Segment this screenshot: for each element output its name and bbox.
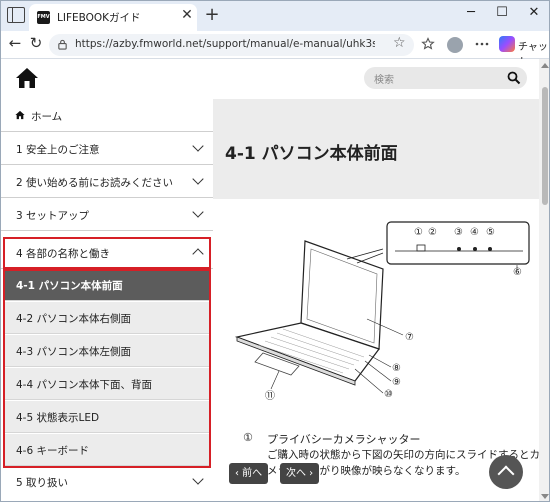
sidebar-subitem-label: 4-6 キーボード [16,445,89,457]
next-button[interactable]: 次へ › [280,463,320,484]
diagram-label: ⑪ [265,390,275,402]
sidebar-subitem-right-side[interactable]: 4-2 パソコン本体右側面 [5,302,209,334]
close-window-button[interactable]: ✕ [523,5,545,20]
url-text: https://azby.fmworld.net/support/manual/… [75,38,375,50]
sidebar-toggle-icon[interactable] [7,7,25,23]
sidebar-subitem-front[interactable]: 4-1 パソコン本体前面 [5,269,209,301]
scroll-up-arrow-icon[interactable] [541,63,549,68]
sidebar-item-label: 5 取り扱い [16,477,69,489]
page-title: 4-1 パソコン本体前面 [225,144,398,164]
chevron-up-icon [192,248,204,260]
sidebar-subitem-label: 4-5 状態表示LED [16,412,100,424]
address-bar[interactable]: https://azby.fmworld.net/support/manual/… [49,34,414,56]
sidebar-home-label: ホーム [31,111,63,123]
site-header: 検索 [1,59,539,99]
title-band: 4-1 パソコン本体前面 [213,99,539,199]
copilot-icon[interactable] [499,36,515,52]
profile-avatar[interactable] [447,37,463,53]
diagram-label: ⑩ [384,389,393,400]
favicon-icon: FMV [37,11,50,24]
description-number: ① [243,431,253,444]
home-small-icon [15,110,25,120]
search-field[interactable]: 検索 [364,67,527,89]
chevron-down-icon [192,173,204,185]
diagram-label: ⑧ [392,363,401,374]
navigation-bar: ← ↻ https://azby.fmworld.net/support/man… [1,31,549,59]
page-scrollbar[interactable] [539,59,549,501]
sidebar-subitem-label: 4-4 パソコン本体下面、背面 [16,379,152,391]
sidebar-item-label: 3 セットアップ [16,210,90,222]
search-icon[interactable] [507,71,521,85]
new-tab-button[interactable]: + [202,4,222,25]
chevron-down-icon [192,206,204,218]
chevron-down-icon [192,473,204,485]
maximize-button[interactable]: ☐ [491,5,513,20]
sidebar-subitem-label: 4-2 パソコン本体右側面 [16,313,131,325]
reload-button[interactable]: ↻ [27,34,45,52]
sidebar-subitem-status-led[interactable]: 4-5 状態表示LED [5,401,209,433]
diagram-label: ② [428,227,437,238]
browser-tab[interactable]: FMV LIFEBOOKガイド ✕ [29,4,197,31]
description-title: プライバシーカメラシャッター [267,433,421,446]
diagram-label: ⑨ [392,377,401,388]
site-info-icon[interactable] [57,39,68,50]
browser-window: FMV LIFEBOOKガイド ✕ + ─ ☐ ✕ ← ↻ https://az… [0,0,550,502]
diagram-label: ① [414,227,423,238]
tab-strip: FMV LIFEBOOKガイド ✕ + ─ ☐ ✕ [1,1,549,31]
sidebar-item-label: 4 各部の名称と働き [16,248,111,260]
home-icon[interactable] [15,67,39,89]
sidebar-item-home[interactable]: ホーム [1,99,213,132]
diagram-label: ⑤ [486,227,495,238]
back-button[interactable]: ← [6,34,24,52]
search-placeholder: 検索 [374,75,394,86]
tab-title: LIFEBOOKガイド [57,12,141,24]
favorites-icon[interactable] [421,37,435,51]
sidebar-item-label: 1 安全上のご注意 [16,144,100,156]
diagram-label: ⑥ [513,267,522,278]
scroll-down-arrow-icon[interactable] [541,494,549,499]
main-content: ① ② ③ ④ ⑤ ⑥ ⑦ ⑧ ⑨ ⑩ ⑪ ① プライバシーカメラシャッター ご… [213,199,540,501]
diagram-label: ⑦ [405,332,414,343]
chevron-down-icon [192,140,204,152]
sidebar-item-safety[interactable]: 1 安全上のご注意 [1,132,213,165]
sidebar-item-handling[interactable]: 5 取り扱い [1,469,213,501]
sidebar-subitem-left-side[interactable]: 4-3 パソコン本体左側面 [5,335,209,367]
sidebar-subitem-label: 4-3 パソコン本体左側面 [16,346,131,358]
sidebar-subitem-label: 4-1 パソコン本体前面 [16,280,123,292]
minimize-button[interactable]: ─ [460,5,482,20]
sidebar-nav: ホーム 1 安全上のご注意 2 使い始める前にお読みください 3 セットアップ … [1,99,213,501]
favorite-star-icon[interactable]: ☆ [393,35,406,51]
sidebar-item-parts[interactable]: 4 各部の名称と働き [1,237,213,269]
sidebar-subitem-keyboard[interactable]: 4-6 キーボード [5,434,209,466]
more-options-icon[interactable] [475,38,489,50]
sidebar-item-setup[interactable]: 3 セットアップ [1,198,213,231]
sidebar-item-label: 2 使い始める前にお読みください [16,177,174,189]
sidebar-subitem-bottom-back[interactable]: 4-4 パソコン本体下面、背面 [5,368,209,400]
scroll-to-top-button[interactable] [489,455,523,489]
web-page: 検索 ホーム 1 安全上のご注意 2 使い始める前にお読みください 3 セットア… [1,59,540,501]
previous-button[interactable]: ‹ 前へ [229,463,269,484]
diagram-label: ③ [454,227,463,238]
laptop-diagram: ① ② ③ ④ ⑤ ⑥ ⑦ ⑧ ⑨ ⑩ ⑪ [234,221,530,402]
sidebar-item-before-use[interactable]: 2 使い始める前にお読みください [1,165,213,198]
scrollbar-thumb[interactable] [542,87,548,205]
diagram-label: ④ [470,227,479,238]
tab-close-icon[interactable]: ✕ [179,7,195,23]
